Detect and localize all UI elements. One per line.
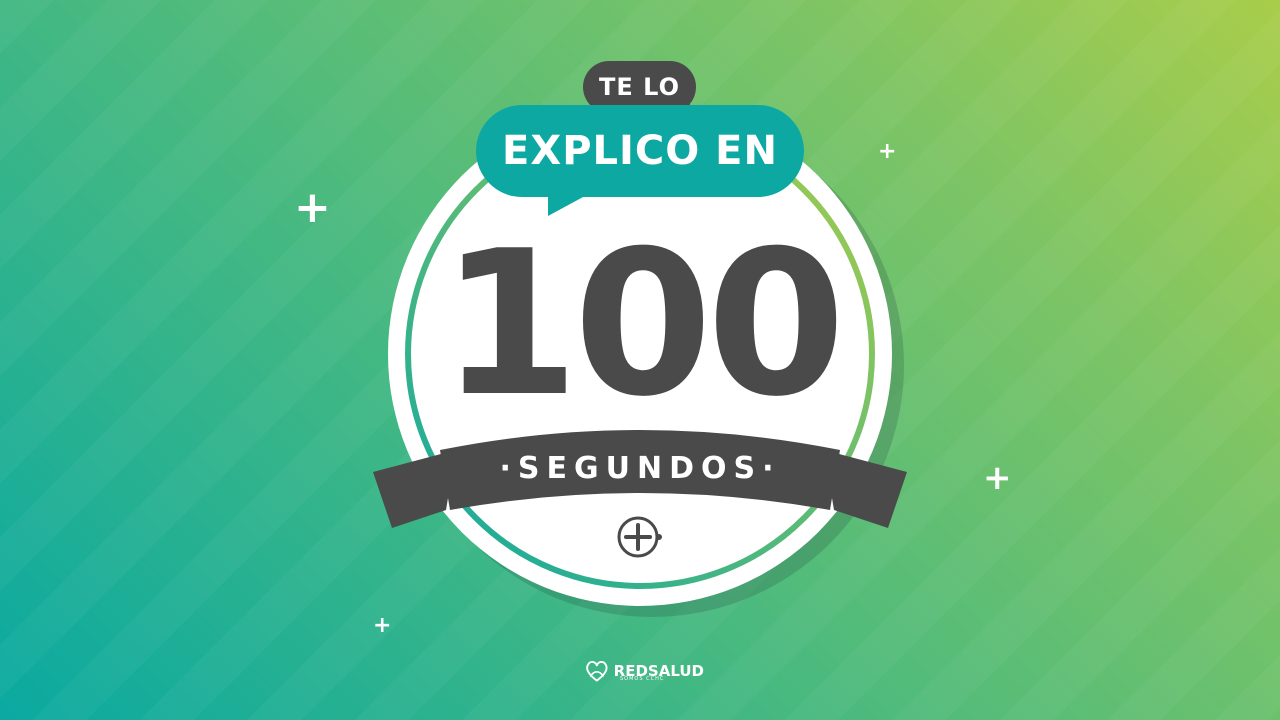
brand-logo: REDSALUD SOMOS CCHC (584, 654, 704, 688)
counter-number: 100 (440, 208, 845, 441)
title-card: + + + + TE LO EXPLICO EN 100 ·SEGUNDOS· … (0, 0, 1280, 720)
bubble-small-text: TE LO (599, 73, 680, 101)
ribbon-text: ·SEGUNDOS· (499, 450, 781, 486)
brand-tagline: SOMOS CCHC (620, 676, 665, 682)
bubble-large-text: EXPLICO EN (502, 128, 778, 174)
speech-bubble-large: EXPLICO EN (476, 105, 804, 197)
heart-logo-icon (586, 661, 608, 682)
